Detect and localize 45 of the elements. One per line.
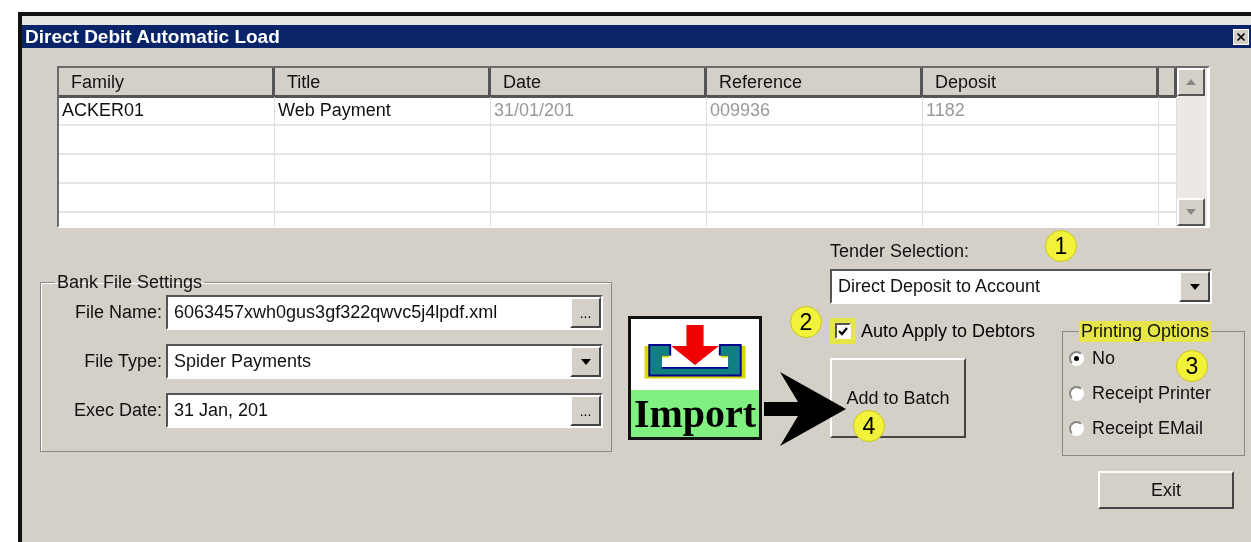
import-button[interactable]: Import <box>628 316 762 440</box>
dropdown[interactable]: Direct Deposit to Account <box>830 269 1212 304</box>
input-field[interactable]: 6063457xwh0gus3gf322qwvc5j4lpdf.xml ... <box>166 295 603 330</box>
column-header[interactable]: Deposit <box>923 68 1159 98</box>
callout-badge: 3 <box>1176 350 1208 382</box>
scrollbar[interactable] <box>1177 68 1207 226</box>
table-cell: 31/01/201 <box>491 97 707 126</box>
radio-button[interactable] <box>1069 386 1084 401</box>
dropdown[interactable]: Spider Payments <box>166 344 603 379</box>
column-header[interactable]: Date <box>491 68 707 98</box>
field-label: File Name: <box>73 302 163 323</box>
arrow-icon <box>764 372 846 446</box>
window-title: Direct Debit Automatic Load <box>25 25 280 48</box>
radio-label: No <box>1092 348 1115 369</box>
group-title: Printing Options <box>1079 321 1212 342</box>
exit-button[interactable]: Exit <box>1098 471 1234 509</box>
input-field[interactable]: 31 Jan, 201 ... <box>166 393 603 428</box>
down-arrow-icon <box>1186 209 1196 215</box>
radio-button[interactable] <box>1069 351 1084 366</box>
up-arrow-icon <box>1186 79 1196 85</box>
callout-badge: 2 <box>790 306 822 338</box>
column-header[interactable]: Reference <box>707 68 923 98</box>
close-icon[interactable] <box>1233 28 1249 45</box>
table-cell: Web Payment <box>275 97 491 126</box>
group-title: Bank File Settings <box>56 272 204 293</box>
table-cell: 1182 <box>923 97 1159 126</box>
scroll-up-button[interactable] <box>1177 68 1205 96</box>
column-header[interactable]: Title <box>275 68 491 98</box>
radio-label: Receipt EMail <box>1092 418 1204 439</box>
radio-label: Receipt Printer <box>1092 383 1212 404</box>
browse-button[interactable]: ... <box>570 395 601 426</box>
scroll-down-button[interactable] <box>1177 198 1205 226</box>
browse-button[interactable]: ... <box>570 297 601 328</box>
check-icon <box>838 326 848 336</box>
column-header <box>1159 68 1177 98</box>
field-label: File Type: <box>83 351 163 372</box>
callout-badge: 1 <box>1045 230 1077 262</box>
table-cell: 009936 <box>707 97 923 126</box>
field-label: Exec Date: <box>72 400 163 421</box>
column-header[interactable]: Family <box>59 68 275 98</box>
table-cell: ACKER01 <box>59 97 275 126</box>
checkbox-label: Auto Apply to Debtors <box>861 320 1036 342</box>
checkbox[interactable] <box>835 323 851 339</box>
radio-button[interactable] <box>1069 421 1084 436</box>
field-label: Tender Selection: <box>830 241 970 263</box>
